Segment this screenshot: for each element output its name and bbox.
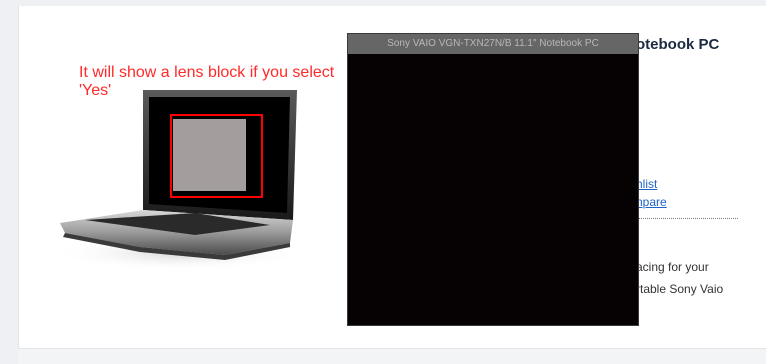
zoom-window-title: Sony VAIO VGN-TXN27N/B 11.1" Notebook PC: [348, 34, 638, 54]
description-line-1: acing for your: [636, 260, 709, 274]
description-line-2: rtable Sony Vaio: [636, 282, 724, 296]
annotation-line-1: It will show a lens block if you select: [79, 64, 335, 81]
bottom-strip: [18, 348, 766, 364]
zoom-window: Sony VAIO VGN-TXN27N/B 11.1" Notebook PC: [347, 33, 639, 326]
product-image-laptop[interactable]: [45, 85, 300, 275]
divider: [636, 218, 738, 219]
zoom-window-body: [348, 54, 638, 325]
add-to-wishlist-link[interactable]: hlist: [636, 177, 657, 191]
product-title: otebook PC: [636, 36, 720, 53]
add-to-compare-link[interactable]: npare: [636, 195, 667, 209]
lens-block: [173, 119, 246, 191]
